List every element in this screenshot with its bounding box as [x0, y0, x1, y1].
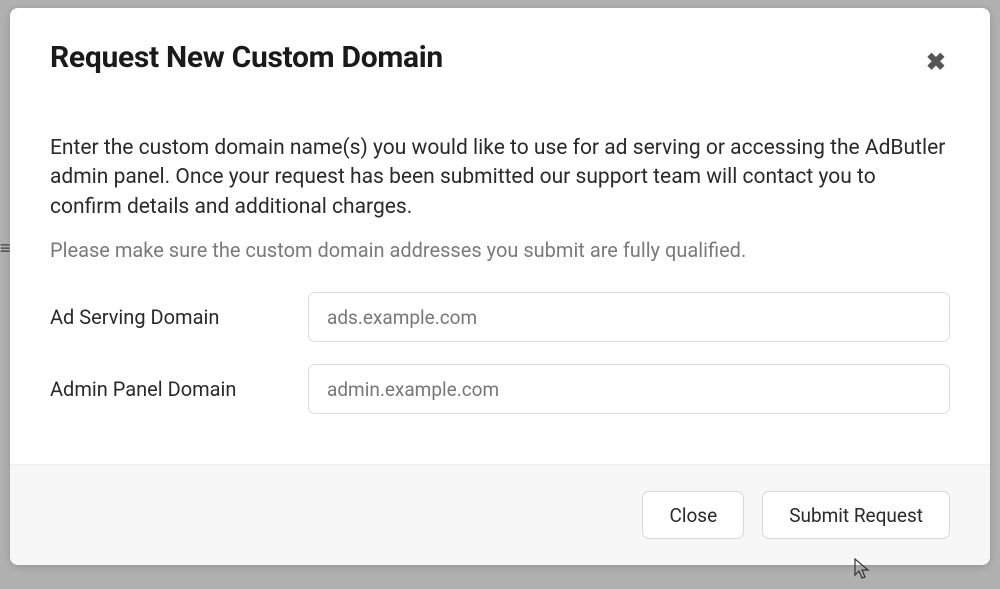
submit-request-button[interactable]: Submit Request [762, 491, 950, 539]
request-custom-domain-modal: Request New Custom Domain ✖ Enter the cu… [10, 8, 990, 565]
close-button[interactable]: Close [642, 491, 744, 539]
modal-body: Request New Custom Domain ✖ Enter the cu… [10, 8, 990, 464]
ad-serving-domain-row: Ad Serving Domain [50, 292, 950, 342]
modal-title: Request New Custom Domain [50, 40, 443, 75]
admin-panel-domain-label: Admin Panel Domain [50, 377, 308, 401]
modal-header: Request New Custom Domain ✖ [50, 40, 950, 78]
admin-panel-domain-row: Admin Panel Domain [50, 364, 950, 414]
modal-footer: Close Submit Request [10, 464, 990, 565]
modal-description: Enter the custom domain name(s) you woul… [50, 134, 950, 222]
ad-serving-domain-input[interactable] [308, 292, 950, 342]
hamburger-menu-icon: ≡ [0, 238, 10, 259]
modal-note: Please make sure the custom domain addre… [50, 236, 950, 264]
admin-panel-domain-input[interactable] [308, 364, 950, 414]
close-icon[interactable]: ✖ [922, 46, 950, 78]
ad-serving-domain-label: Ad Serving Domain [50, 305, 308, 329]
